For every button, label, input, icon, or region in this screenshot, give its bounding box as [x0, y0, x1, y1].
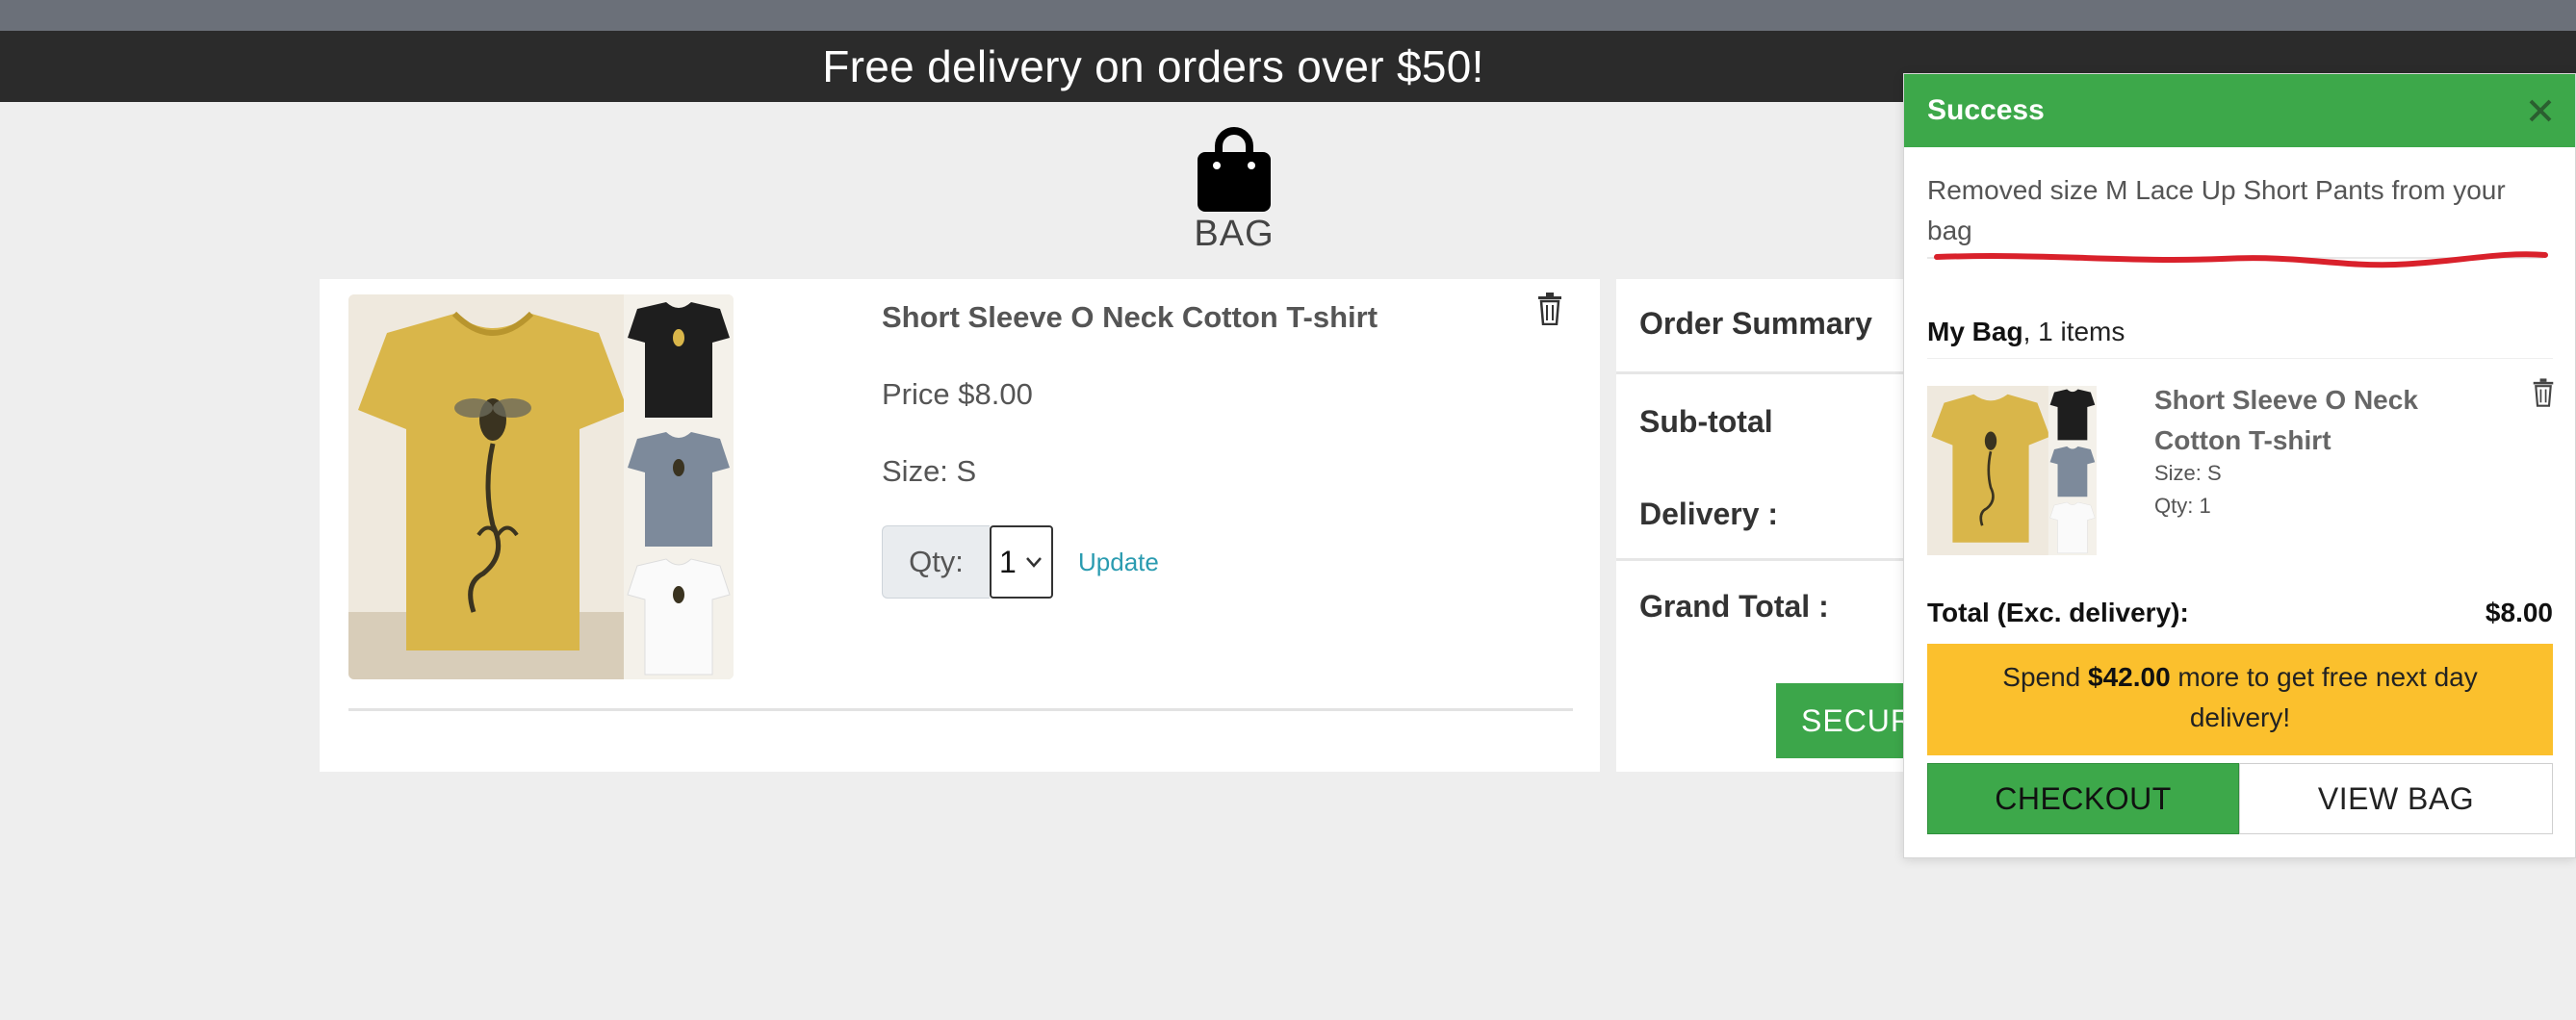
- promo-suffix: more to get free next day delivery!: [2170, 662, 2478, 732]
- mybag-count: , 1 items: [2022, 316, 2125, 346]
- checkout-button[interactable]: CHECKOUT: [1927, 763, 2239, 834]
- promo-prefix: Spend: [2002, 662, 2089, 692]
- qty-label: Qty:: [882, 525, 990, 599]
- quantity-row: Qty: 1 Update: [882, 525, 1159, 599]
- mini-product-qty: Qty: 1: [2154, 494, 2211, 518]
- order-summary-title: Order Summary: [1639, 306, 1872, 341]
- tshirt-image: [348, 294, 734, 679]
- grand-total-label: Grand Total :: [1639, 589, 1829, 624]
- mybag-label: My Bag: [1927, 316, 2023, 346]
- mini-bag-count: My Bag , 1 items: [1927, 305, 2553, 359]
- item-divider: [348, 708, 1573, 711]
- tshirt-image: [1927, 386, 2097, 555]
- subtotal-label: Sub-total: [1639, 404, 1773, 439]
- trash-icon[interactable]: [2532, 378, 2555, 407]
- bag-items-card: Short Sleeve O Neck Cotton T-shirt Price…: [320, 279, 1600, 772]
- toast-message: Removed size M Lace Up Short Pants from …: [1927, 175, 2506, 245]
- delivery-label: Delivery :: [1639, 497, 1779, 531]
- success-toast: Success Removed size M Lace Up Short Pan…: [1903, 73, 2576, 858]
- red-annotation-scribble: [1934, 251, 2548, 268]
- chevron-down-icon: [1026, 557, 1042, 568]
- mini-product-size: Size: S: [2154, 461, 2222, 485]
- toast-header: Success: [1904, 74, 2575, 147]
- product-name[interactable]: Short Sleeve O Neck Cotton T-shirt: [882, 300, 1378, 335]
- top-strip: [0, 0, 2576, 31]
- page-title: BAG: [1194, 214, 1275, 254]
- promo-amount: $42.00: [2088, 662, 2171, 692]
- product-image[interactable]: [348, 294, 734, 679]
- quantity-select[interactable]: 1: [990, 525, 1053, 599]
- product-size: Size: S: [882, 454, 977, 488]
- mini-product-name[interactable]: Short Sleeve O Neck Cotton T-shirt: [2154, 380, 2501, 461]
- product-price: Price $8.00: [882, 377, 1033, 411]
- mini-bag-total: Total (Exc. delivery): $8.00: [1927, 598, 2553, 628]
- banner-text: Free delivery on orders over $50!: [822, 41, 1484, 91]
- free-delivery-promo: Spend $42.00 more to get free next day d…: [1927, 644, 2553, 755]
- view-bag-button[interactable]: VIEW BAG: [2239, 763, 2553, 834]
- page-header: BAG: [1138, 125, 1330, 255]
- toast-title: Success: [1927, 94, 2045, 126]
- update-link[interactable]: Update: [1078, 548, 1159, 577]
- close-icon[interactable]: [2523, 93, 2558, 128]
- shopping-bag-icon: [1198, 127, 1271, 212]
- trash-icon[interactable]: [1536, 293, 1563, 325]
- total-label: Total (Exc. delivery):: [1927, 598, 2189, 627]
- qty-value: 1: [999, 544, 1017, 579]
- toast-actions: CHECKOUT VIEW BAG: [1927, 763, 2553, 834]
- mini-product-image[interactable]: [1927, 386, 2097, 555]
- total-value: $8.00: [2485, 598, 2553, 627]
